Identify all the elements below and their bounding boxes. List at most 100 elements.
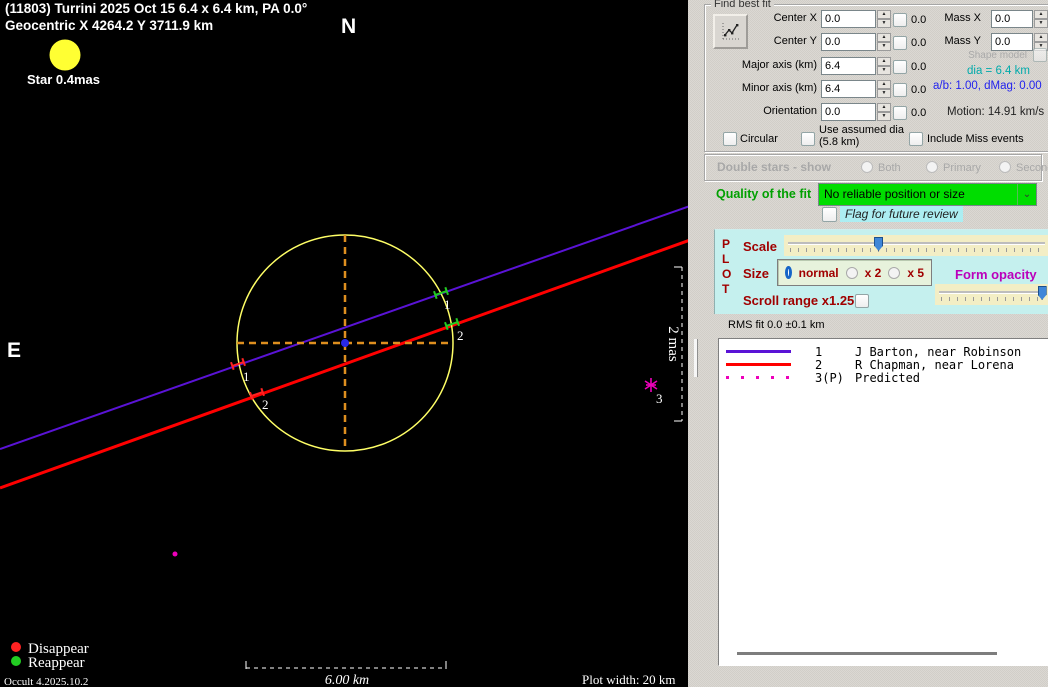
mass-x-input[interactable]: 0.0 [991, 10, 1033, 28]
size-normal-label: normal [799, 266, 839, 280]
form-opacity-slider[interactable] [935, 284, 1048, 305]
quality-of-fit-dropdown[interactable]: No reliable position or size ⌄ [818, 183, 1037, 206]
double-stars-both-radio[interactable] [861, 161, 873, 173]
scroll-range-label: Scroll range x1.25 [743, 293, 854, 308]
find-best-fit-group-label: Find best fit [711, 0, 774, 10]
asteroid-center-dot [341, 339, 349, 347]
spin-up-button[interactable]: ▲ [877, 33, 891, 42]
double-stars-primary-label: Primary [943, 162, 981, 174]
observer-legend-list: 1 J Barton, near Robinson 2 R Chapman, n… [718, 338, 1048, 666]
double-stars-primary-radio[interactable] [926, 161, 938, 173]
mass-x-field: 0.0 ▲▼ [991, 10, 1048, 28]
form-opacity-slider-ticks [941, 297, 1043, 301]
occultation-plot: (11803) Turrini 2025 Oct 15 6.4 x 6.4 km… [0, 0, 688, 687]
spin-up-button[interactable]: ▲ [1034, 10, 1048, 19]
spin-down-button[interactable]: ▼ [877, 66, 891, 75]
flag-review-checkbox[interactable] [822, 207, 837, 222]
use-assumed-dia-checkbox[interactable] [801, 132, 815, 146]
legend-name: Predicted [855, 371, 920, 385]
orientation-input[interactable]: 0.0 [821, 103, 876, 121]
orientation-label: Orientation [705, 105, 817, 117]
chevron-down-icon[interactable]: ⌄ [1017, 184, 1036, 205]
center-y-error-value: 0.0 [911, 37, 926, 49]
disappear-dot-icon [11, 642, 21, 652]
star-size-label: Star 0.4mas [27, 72, 100, 87]
shape-model-label: Shape model [885, 50, 1027, 61]
legend-row[interactable]: 3(P) Predicted [719, 372, 1048, 386]
major-axis-field: 6.4 ▲▼ [821, 57, 891, 75]
legend-scrollbar[interactable] [737, 652, 997, 655]
mas-scale-label: 2 mas [665, 326, 681, 362]
predicted-dot [173, 552, 178, 557]
double-stars-label: Double stars - show [717, 160, 831, 174]
spin-up-button[interactable]: ▲ [877, 103, 891, 112]
major-axis-error-checkbox[interactable] [893, 60, 907, 74]
star-disk [50, 40, 81, 71]
spin-down-button[interactable]: ▼ [877, 89, 891, 98]
quality-of-fit-value: No reliable position or size [819, 184, 1017, 205]
diameter-readout: dia = 6.4 km [967, 65, 1030, 77]
predicted-number: 3 [656, 391, 663, 406]
rms-fit-label: RMS fit 0.0 ±0.1 km [728, 319, 825, 331]
include-miss-events-checkbox[interactable] [909, 132, 923, 146]
predicted-swatch-icon [726, 376, 791, 379]
size-x5-radio[interactable] [888, 267, 900, 279]
legend-num: 2 [815, 358, 822, 372]
minor-axis-input[interactable]: 6.4 [821, 80, 876, 98]
plot-controls-section: P L O T Scale Size normal x 2 x 5 Form o… [714, 229, 1048, 314]
double-stars-secondary-radio[interactable] [999, 161, 1011, 173]
minor-axis-error-checkbox[interactable] [893, 83, 907, 97]
form-opacity-label: Form opacity [955, 267, 1037, 282]
size-x2-label: x 2 [865, 266, 882, 280]
axis-ratio-readout: a/b: 1.00, dMag: 0.00 [933, 80, 1042, 92]
mass-y-label: Mass Y [935, 35, 981, 47]
north-label: N [341, 15, 356, 38]
minor-axis-field: 6.4 ▲▼ [821, 80, 891, 98]
center-y-error-checkbox[interactable] [893, 36, 907, 50]
control-panel: Find best fit Center X 0.0 ▲▼ 0.0 Center… [688, 0, 1048, 687]
shape-model-checkbox[interactable] [1033, 48, 1047, 62]
size-normal-radio[interactable] [785, 266, 792, 279]
center-y-label: Center Y [705, 35, 817, 47]
spin-down-button[interactable]: ▼ [1034, 19, 1048, 28]
chord1-swatch-icon [726, 350, 791, 353]
spin-up-button[interactable]: ▲ [877, 80, 891, 89]
circular-checkbox[interactable] [723, 132, 737, 146]
center-x-error-value: 0.0 [911, 14, 926, 26]
chord1-reappear-number: 1 [444, 297, 451, 312]
quality-of-fit-label: Quality of the fit [716, 187, 811, 201]
minor-axis-error-value: 0.0 [911, 84, 926, 96]
center-x-input[interactable]: 0.0 [821, 10, 876, 28]
chord2-reappear-number: 2 [457, 328, 464, 343]
double-stars-group: Double stars - show Both Primary Seconda… [704, 154, 1042, 181]
splitter-handle[interactable] [694, 339, 698, 377]
double-stars-secondary-label: Secondary [1016, 162, 1048, 174]
use-assumed-dia-label: Use assumed dia (5.8 km) [819, 124, 911, 148]
scale-label: Scale [743, 239, 777, 254]
scale-slider-groove [788, 242, 1045, 245]
legend-name: R Chapman, near Lorena [855, 358, 1014, 372]
reappear-label: Reappear [28, 655, 85, 671]
center-y-field: 0.0 ▲▼ [821, 33, 891, 51]
center-x-label: Center X [705, 12, 817, 24]
major-axis-error-value: 0.0 [911, 61, 926, 73]
scroll-range-checkbox[interactable] [855, 294, 869, 308]
center-x-field: 0.0 ▲▼ [821, 10, 891, 28]
legend-name: J Barton, near Robinson [855, 345, 1021, 359]
center-y-input[interactable]: 0.0 [821, 33, 876, 51]
spin-down-button[interactable]: ▼ [877, 112, 891, 121]
spin-down-button[interactable]: ▼ [877, 19, 891, 28]
spin-up-button[interactable]: ▲ [1034, 33, 1048, 42]
km-scale-label: 6.00 km [325, 673, 369, 687]
center-x-error-checkbox[interactable] [893, 13, 907, 27]
mass-y-input[interactable]: 0.0 [991, 33, 1033, 51]
size-x2-radio[interactable] [846, 267, 858, 279]
find-best-fit-group: Find best fit Center X 0.0 ▲▼ 0.0 Center… [704, 4, 1048, 152]
scale-slider[interactable] [784, 235, 1048, 256]
major-axis-input[interactable]: 6.4 [821, 57, 876, 75]
form-opacity-slider-groove [939, 291, 1045, 294]
chord1-disappear-number: 1 [243, 369, 250, 384]
circular-label: Circular [740, 133, 778, 145]
spin-up-button[interactable]: ▲ [877, 10, 891, 19]
orientation-error-checkbox[interactable] [893, 106, 907, 120]
